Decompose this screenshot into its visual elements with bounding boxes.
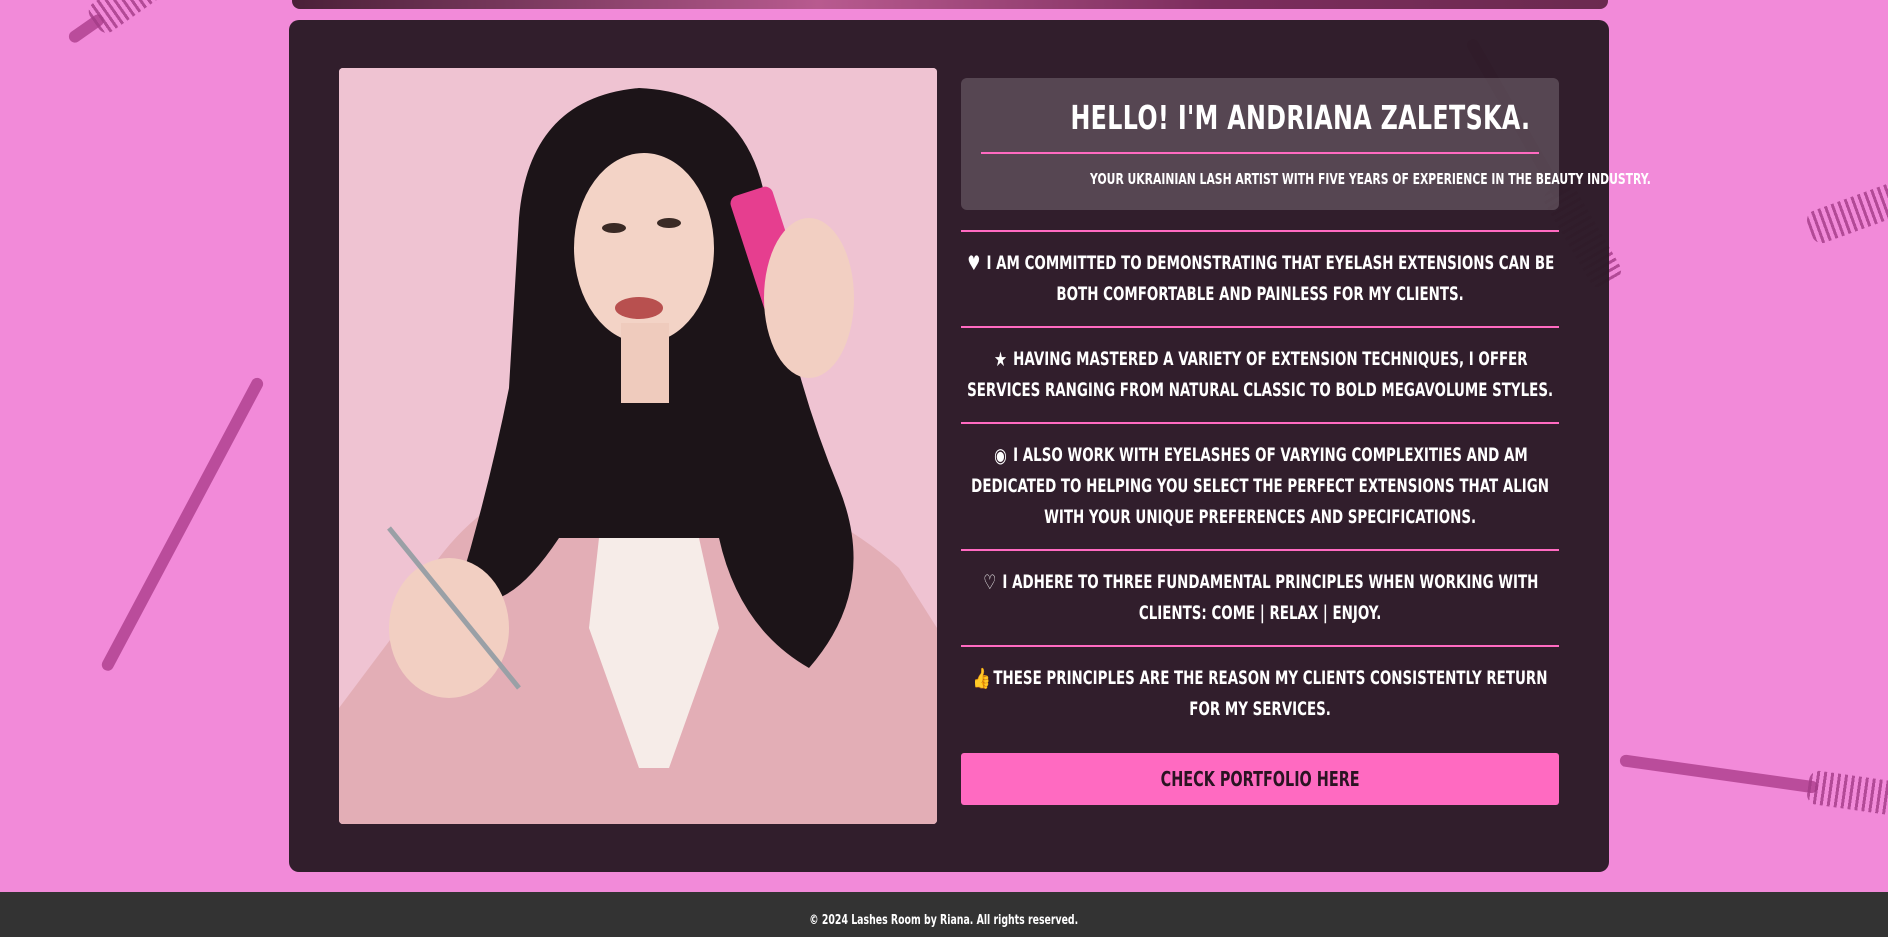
check-portfolio-button[interactable]: Check Portfolio Here [961,753,1559,805]
feature-text: I am committed to demonstrating that eye… [986,253,1555,305]
feature-text: Having mastered a variety of extension t… [967,349,1553,401]
intro-box: Hello! I'm Andriana Zaletska. Your Ukrai… [961,78,1651,210]
lash-wand-decoration [1617,740,1888,821]
intro-subheading: Your Ukrainian lash artist with five yea… [1090,170,1651,188]
heart-solid-icon: ♥ [967,251,981,275]
page-footer: © 2024 Lashes Room by Riana. All rights … [0,892,1888,937]
feature-list: ♥ I am committed to demonstrating that e… [961,230,1559,741]
intro-heading: Hello! I'm Andriana Zaletska. [1070,98,1531,137]
lash-wand-decoration [1803,163,1888,248]
about-content: Hello! I'm Andriana Zaletska. Your Ukrai… [961,78,1651,805]
feature-item: ◉ I also work with eyelashes of varying … [961,422,1559,549]
copyright-text: © 2024 Lashes Room by Riana. All rights … [809,913,1079,928]
intro-divider [981,152,1539,154]
feature-text: These principles are the reason my clien… [993,668,1548,720]
feature-item: ♡ I adhere to three fundamental principl… [961,549,1559,645]
heart-outline-icon: ♡ [983,570,997,594]
feature-item: ♥ I am committed to demonstrating that e… [961,230,1559,326]
thumbs-up-icon: 👍 [972,666,991,690]
lash-wand-decoration [87,369,277,679]
star-icon: ★ [993,347,1007,371]
artist-photo [339,68,937,824]
feature-text: I adhere to three fundamental principles… [1002,572,1539,624]
about-card: Hello! I'm Andriana Zaletska. Your Ukrai… [289,20,1651,872]
feature-item: 👍 These principles are the reason my cli… [961,645,1559,741]
eye-icon: ◉ [994,443,1007,467]
feature-text: I also work with eyelashes of varying co… [971,445,1549,528]
check-portfolio-label: Check Portfolio Here [1160,767,1360,791]
previous-section-edge [292,0,1608,9]
feature-item: ★ Having mastered a variety of extension… [961,326,1559,422]
lash-wand-decoration [59,0,188,56]
